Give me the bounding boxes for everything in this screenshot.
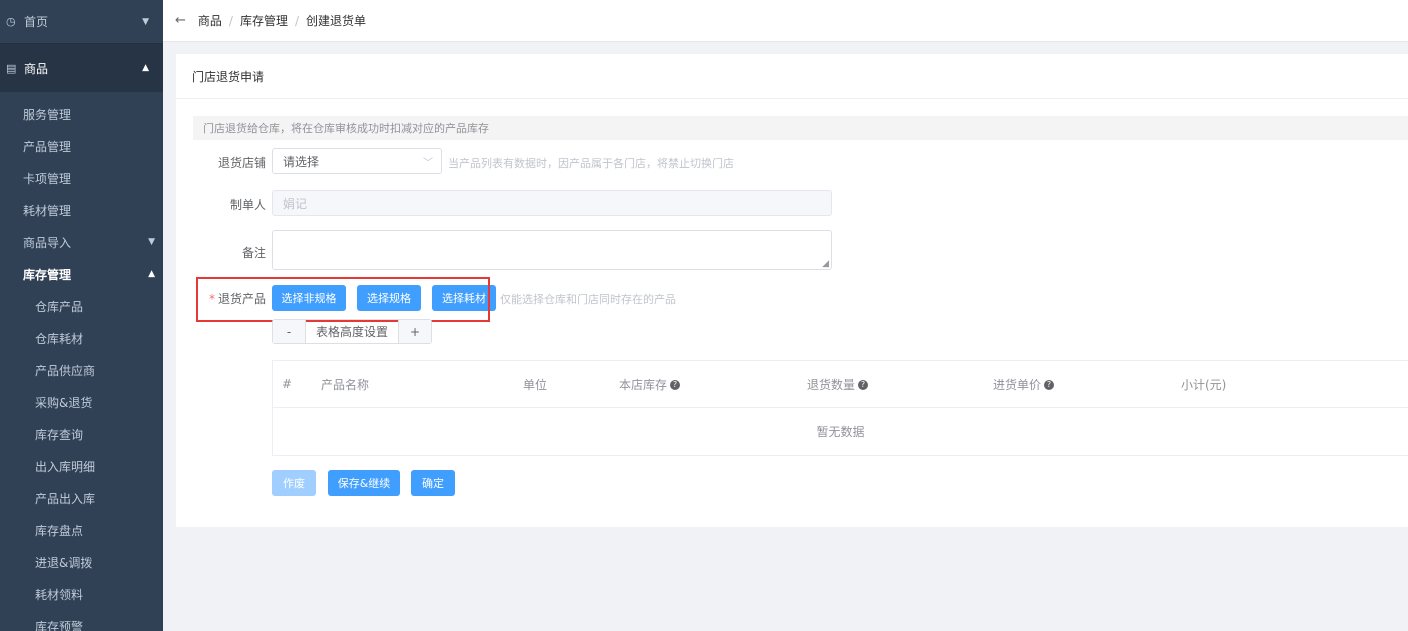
header: ← 商品 / 库存管理 / 创建退货单 [163, 0, 1408, 42]
sidebar-subitem-label: 耗材领料 [35, 587, 84, 602]
table-header: # 产品名称 单位 本店库存? 退货数量? 进货单价? 小计(元) [273, 361, 1408, 408]
sidebar-item-label: 库存管理 [23, 267, 72, 282]
store-hint: 当产品列表有数据时，因产品属于各门店，将禁止切换门店 [448, 157, 734, 170]
sidebar-item-import[interactable]: 商品导入 ▼ [0, 226, 163, 258]
sidebar-subitem-label: 进退&调拨 [35, 555, 93, 570]
sidebar-item-label: 服务管理 [23, 107, 72, 122]
breadcrumb-item[interactable]: 商品 [198, 12, 222, 29]
sidebar-subitem[interactable]: 采购&退货 [0, 386, 163, 418]
confirm-button[interactable]: 确定 [411, 470, 455, 496]
sidebar-subitem-label: 采购&退货 [35, 395, 93, 410]
document-icon: ▤ [6, 61, 17, 75]
decrease-button[interactable]: - [273, 320, 305, 343]
column-header: 产品名称 [321, 377, 370, 392]
table-empty: 暂无数据 [816, 425, 865, 439]
breadcrumb-item-current: 创建退货单 [306, 14, 367, 28]
maker-value: 娟记 [283, 196, 308, 211]
caret-down-icon: ▼ [148, 237, 155, 247]
back-arrow-icon[interactable]: ← [175, 13, 186, 28]
sidebar-item-card[interactable]: 卡项管理 [0, 162, 163, 194]
caret-down-icon: ▼ [142, 16, 149, 27]
sidebar-item-material[interactable]: 耗材管理 [0, 194, 163, 226]
store-select-placeholder: 请选择 [283, 154, 320, 169]
column-header: # [282, 377, 293, 391]
breadcrumb-separator: / [294, 13, 300, 28]
sidebar-item-label: 产品管理 [23, 139, 72, 154]
return-form-card: 门店退货申请 门店退货给仓库，将在仓库审核成功时扣减对应的产品库存 退货店铺 请… [176, 54, 1408, 527]
save-continue-button[interactable]: 保存&继续 [328, 470, 400, 496]
sidebar-subitem[interactable]: 出入库明细 [0, 450, 163, 482]
help-icon[interactable]: ? [858, 380, 869, 390]
store-label: 退货店铺 [217, 156, 266, 170]
card-title: 门店退货申请 [176, 54, 1408, 99]
info-notice: 门店退货给仓库，将在仓库审核成功时扣减对应的产品库存 [193, 116, 1408, 140]
sidebar-subitem[interactable]: 库存预警 [0, 610, 163, 631]
sidebar-subitem-label: 产品出入库 [35, 491, 96, 506]
sidebar-subitem-label: 库存预警 [35, 619, 84, 631]
sidebar-item-label: 商品导入 [23, 235, 72, 250]
sidebar-subitem-label: 出入库明细 [35, 459, 96, 474]
remark-label: 备注 [241, 246, 266, 260]
sidebar-subitem[interactable]: 库存盘点 [0, 514, 163, 546]
sidebar-subitem-label: 仓库产品 [35, 299, 84, 314]
sidebar-subitem[interactable]: 产品出入库 [0, 482, 163, 514]
column-header: 单位 [523, 377, 548, 392]
column-header-price: 进货单价? [993, 376, 1055, 393]
column-header: 小计(元) [1181, 377, 1227, 392]
breadcrumb-item[interactable]: 库存管理 [240, 12, 288, 29]
sidebar-item-service[interactable]: 服务管理 [0, 98, 163, 130]
highlight-box [196, 277, 490, 322]
sidebar-item-product[interactable]: 产品管理 [0, 130, 163, 162]
sidebar-subitem-label: 库存查询 [35, 427, 84, 442]
resize-grip-icon[interactable]: ◢ [822, 259, 829, 269]
product-hint: 仅能选择仓库和门店同时存在的产品 [500, 293, 676, 306]
void-button[interactable]: 作废 [272, 470, 316, 496]
dashboard-icon: ◷ [6, 15, 16, 28]
sidebar-subitem-label: 产品供应商 [35, 363, 96, 378]
sidebar-subitem-label: 仓库耗材 [35, 331, 84, 346]
product-table: # 产品名称 单位 本店库存? 退货数量? 进货单价? 小计(元) 暂无数据 [272, 360, 1408, 456]
sidebar-subitem[interactable]: 仓库产品 [0, 290, 163, 322]
column-header-text: 进货单价 [993, 377, 1042, 392]
maker-field: 娟记 [272, 190, 832, 216]
store-select[interactable]: 请选择 ﹀ [272, 148, 442, 174]
remark-textarea[interactable]: ◢ [272, 230, 832, 270]
sidebar-item-label: 耗材管理 [23, 203, 72, 218]
chevron-down-icon: ﹀ [423, 157, 433, 169]
sidebar-subitem[interactable]: 产品供应商 [0, 354, 163, 386]
help-icon[interactable]: ? [670, 380, 681, 390]
column-header-qty: 退货数量? [807, 376, 869, 393]
column-header-text: 退货数量 [807, 377, 856, 392]
breadcrumb-separator: / [228, 13, 233, 28]
sidebar-item-home[interactable]: ◷ 首页 ▼ [0, 0, 163, 44]
sidebar-item-inventory[interactable]: 库存管理 ▲ [0, 258, 163, 290]
sidebar-item-label: 卡项管理 [23, 171, 72, 186]
column-header-text: 本店库存 [619, 377, 668, 392]
column-header-stock: 本店库存? [619, 376, 681, 393]
table-height-stepper: - 表格高度设置 + [272, 319, 432, 344]
caret-up-icon: ▲ [148, 269, 155, 279]
table-height-label: 表格高度设置 [305, 320, 399, 343]
sidebar-subitem[interactable]: 库存查询 [0, 418, 163, 450]
increase-button[interactable]: + [399, 320, 431, 343]
sidebar-group-goods[interactable]: ▤ 商品 ▲ [0, 44, 163, 92]
sidebar-item-label: 首页 [24, 15, 49, 29]
maker-label: 制单人 [229, 198, 266, 212]
sidebar-subitem[interactable]: 进退&调拨 [0, 546, 163, 578]
help-icon[interactable]: ? [1044, 380, 1055, 390]
sidebar-subitem[interactable]: 仓库耗材 [0, 322, 163, 354]
sidebar: ◷ 首页 ▼ ▤ 商品 ▲ 服务管理 产品管理 卡项管理 耗材管理 商品导入 ▼ … [0, 0, 163, 631]
sidebar-subitem-label: 库存盘点 [35, 523, 84, 538]
caret-up-icon: ▲ [142, 63, 149, 73]
sidebar-subitem[interactable]: 耗材领料 [0, 578, 163, 610]
sidebar-group-label: 商品 [24, 61, 49, 76]
